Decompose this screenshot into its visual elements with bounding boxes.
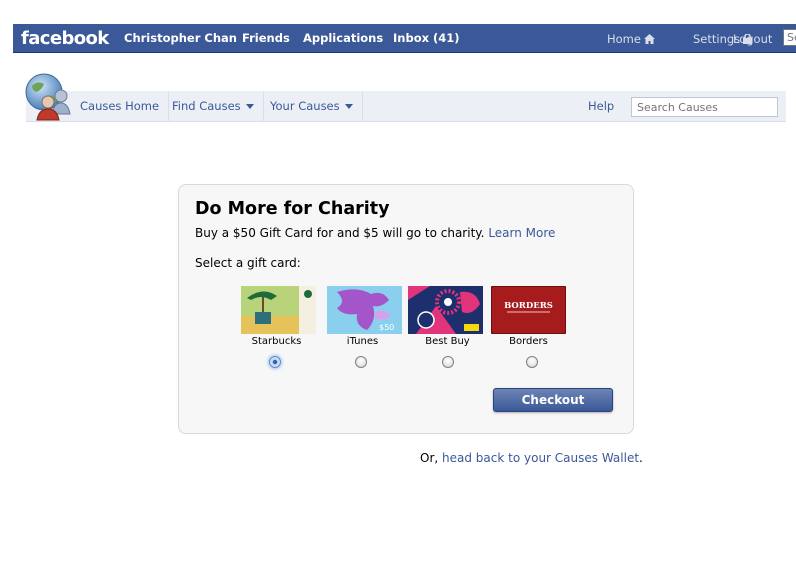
charity-gift-card-panel: Do More for Charity Buy a $50 Gift Card … — [178, 184, 634, 434]
your-causes-label: Your Causes — [270, 99, 340, 113]
bestbuy-radio[interactable] — [442, 356, 454, 368]
nav-profile-link[interactable]: Christopher Chan — [124, 31, 237, 45]
dropdown-arrow-icon — [245, 104, 254, 109]
your-causes-menu[interactable]: Your Causes — [261, 91, 363, 122]
find-causes-menu[interactable]: Find Causes — [163, 91, 264, 122]
select-gift-card-label: Select a gift card: — [195, 256, 301, 270]
learn-more-link[interactable]: Learn More — [488, 226, 555, 240]
description-text: Buy a $50 Gift Card for and $5 will go t… — [195, 226, 485, 240]
find-causes-label: Find Causes — [172, 99, 241, 113]
nav-applications-link[interactable]: Applications — [303, 31, 383, 45]
itunes-card-value: $50 — [379, 323, 394, 332]
starbucks-radio[interactable] — [269, 356, 281, 368]
top-search-input[interactable]: Search — [783, 29, 796, 46]
itunes-card-label: iTunes — [346, 336, 379, 347]
home-link[interactable]: Home — [607, 32, 655, 46]
bestbuy-card-image[interactable] — [408, 286, 483, 334]
borders-radio[interactable] — [526, 356, 538, 368]
facebook-logo[interactable]: facebook — [21, 28, 109, 49]
home-label: Home — [607, 32, 641, 46]
wallet-footer: Or, head back to your Causes Wallet. — [420, 451, 643, 465]
causes-wallet-link[interactable]: head back to your Causes Wallet — [442, 451, 639, 465]
starbucks-card-label: Starbucks — [251, 336, 302, 347]
nav-friends-link[interactable]: Friends — [242, 31, 290, 45]
footer-prefix: Or, — [420, 451, 439, 465]
panel-title: Do More for Charity — [195, 199, 390, 219]
help-link[interactable]: Help — [588, 91, 614, 122]
search-causes-input[interactable] — [631, 97, 778, 117]
borders-card-image[interactable]: BORDERS — [491, 286, 566, 334]
home-icon — [643, 34, 655, 44]
borders-card-label: Borders — [509, 336, 548, 347]
starbucks-card-image[interactable] — [241, 286, 316, 334]
logout-link[interactable]: Logout — [733, 32, 772, 46]
itunes-card-image[interactable]: $50 — [327, 286, 402, 334]
footer-suffix: . — [639, 451, 643, 465]
dropdown-arrow-icon — [344, 104, 353, 109]
causes-home-link[interactable]: Causes Home — [71, 91, 170, 122]
checkout-button[interactable]: Checkout — [493, 388, 613, 412]
facebook-top-bar: facebook Christopher Chan Friends Applic… — [13, 24, 796, 53]
causes-logo-icon[interactable] — [24, 72, 76, 124]
borders-card-logo: BORDERS — [504, 301, 553, 311]
nav-inbox-link[interactable]: Inbox (41) — [393, 31, 460, 45]
itunes-radio[interactable] — [355, 356, 367, 368]
panel-description: Buy a $50 Gift Card for and $5 will go t… — [195, 226, 555, 240]
bestbuy-card-label: Best Buy — [425, 336, 470, 347]
causes-nav-bar: Causes Home Find Causes Your Causes Help — [26, 91, 786, 122]
